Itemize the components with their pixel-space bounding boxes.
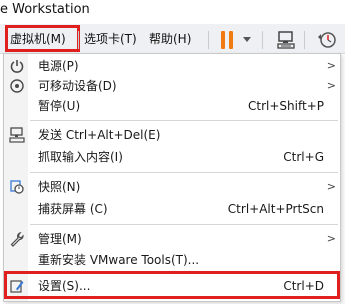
menu-item-manage[interactable]: 管理(M) > bbox=[4, 229, 342, 249]
menu-item-reinstall-vmware-tools[interactable]: 重新安装 VMware Tools(T)... bbox=[4, 250, 342, 270]
pause-icon[interactable] bbox=[219, 31, 235, 49]
menu-separator bbox=[30, 120, 338, 121]
menu-item-label: 捕获屏幕 (C) bbox=[38, 202, 108, 216]
menu-item-label: 快照(N) bbox=[38, 180, 81, 194]
menubar-separator bbox=[78, 31, 79, 49]
submenu-arrow-icon: > bbox=[326, 59, 336, 72]
vm-menu-highlight bbox=[5, 25, 80, 52]
menu-item-grab-input[interactable]: 抓取输入内容(I) Ctrl+G bbox=[4, 147, 342, 167]
send-keys-icon bbox=[9, 127, 25, 143]
toolbar-separator bbox=[262, 31, 263, 49]
menu-item-label: 电源(P) bbox=[38, 59, 79, 73]
menu-item-snapshot[interactable]: 快照(N) > bbox=[4, 177, 342, 197]
settings-highlight bbox=[4, 271, 340, 299]
menu-item-label: 抓取输入内容(I) bbox=[38, 150, 123, 164]
menu-item-shortcut: Ctrl+G bbox=[283, 150, 324, 164]
monitor-keyboard-icon[interactable] bbox=[276, 30, 296, 50]
toolbar-separator bbox=[304, 31, 305, 49]
removable-device-icon bbox=[10, 79, 24, 93]
submenu-arrow-icon: > bbox=[326, 79, 336, 92]
menu-item-capture-screen[interactable]: 捕获屏幕 (C) Ctrl+Alt+PrtScn bbox=[4, 199, 342, 219]
menu-item-removable-devices[interactable]: 可移动设备(D) > bbox=[4, 76, 342, 96]
power-icon bbox=[10, 60, 24, 73]
submenu-arrow-icon: > bbox=[326, 232, 336, 245]
chevron-down-icon[interactable] bbox=[243, 37, 251, 42]
vm-dropdown-menu: 电源(P) > 可移动设备(D) > 暂停(U) Ctrl+Shift+P 发送… bbox=[3, 53, 341, 302]
clock-snapshot-icon[interactable] bbox=[316, 30, 338, 50]
menu-item-label: 可移动设备(D) bbox=[38, 79, 117, 93]
menu-item-label: 重新安装 VMware Tools(T)... bbox=[38, 253, 200, 267]
menu-item-shortcut: Ctrl+Alt+PrtScn bbox=[227, 202, 324, 216]
title-bar: e Workstation bbox=[0, 0, 345, 24]
menu-help[interactable]: 帮助(H) bbox=[149, 30, 191, 48]
menu-separator bbox=[30, 224, 338, 225]
menu-separator bbox=[30, 172, 338, 173]
menu-item-power[interactable]: 电源(P) > bbox=[4, 56, 342, 76]
snapshot-icon bbox=[10, 180, 24, 194]
wrench-icon bbox=[10, 231, 24, 247]
menu-item-label: 发送 Ctrl+Alt+Del(E) bbox=[38, 128, 161, 142]
menu-item-label: 暂停(U) bbox=[38, 99, 81, 113]
menu-item-shortcut: Ctrl+Shift+P bbox=[248, 99, 324, 113]
submenu-arrow-icon: > bbox=[326, 180, 336, 193]
menu-item-label: 管理(M) bbox=[38, 232, 82, 246]
menu-item-send-ctrl-alt-del[interactable]: 发送 Ctrl+Alt+Del(E) bbox=[4, 125, 342, 145]
menu-tabs[interactable]: 选项卡(T) bbox=[84, 30, 137, 48]
window-title: e Workstation bbox=[0, 2, 90, 17]
toolbar-separator bbox=[208, 31, 209, 49]
menu-item-pause[interactable]: 暂停(U) Ctrl+Shift+P bbox=[4, 96, 342, 116]
